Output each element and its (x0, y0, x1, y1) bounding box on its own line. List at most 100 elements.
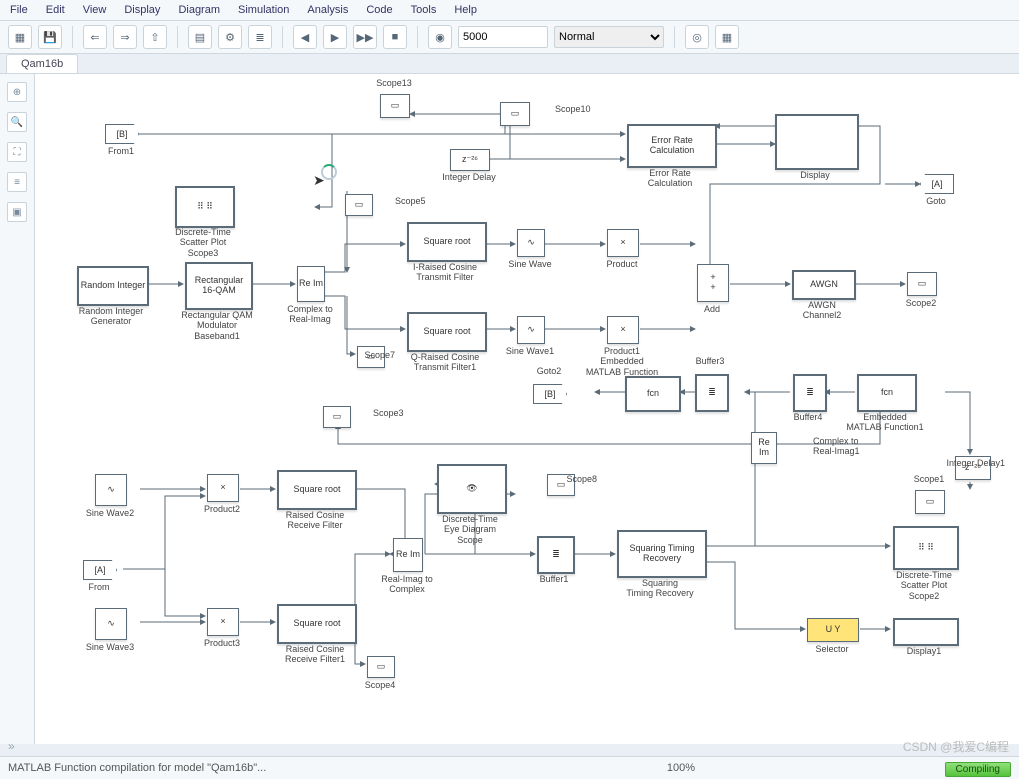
block-rcrf[interactable]: Square root (277, 470, 357, 510)
block-buffer4[interactable]: ≣ (793, 374, 827, 412)
block-scope3[interactable]: ▭ (323, 406, 351, 428)
label-product: Product (562, 259, 682, 269)
canvas[interactable]: ▭ Scope13 ▭ Scope10 [B] From1 Error Rate… (35, 74, 1019, 744)
label-real-imag-to-complex: Real-Imag to Complex (347, 574, 467, 595)
tree-icon[interactable]: ≡ (7, 172, 27, 192)
block-scatter-scope2[interactable]: ⠿ ⠿ (893, 526, 959, 570)
block-product1[interactable]: × (607, 316, 639, 344)
zoom-fit-icon[interactable]: ⊕ (7, 82, 27, 102)
block-random-integer[interactable]: Random Integer (77, 266, 149, 306)
label-from: From (39, 582, 159, 592)
menu-code[interactable]: Code (366, 4, 392, 16)
gear-icon[interactable]: ⚙ (218, 25, 242, 49)
label-scope7: Scope7 (275, 350, 395, 360)
menu-edit[interactable]: Edit (46, 4, 65, 16)
status-bar: MATLAB Function compilation for model "Q… (0, 756, 1019, 779)
record-icon[interactable]: ◉ (428, 25, 452, 49)
save-icon[interactable]: 💾 (38, 25, 62, 49)
block-buffer3[interactable]: ≣ (695, 374, 729, 412)
block-i-raised-cosine[interactable]: Square root (407, 222, 487, 262)
stop-icon[interactable]: ■ (383, 25, 407, 49)
block-sine-wave3[interactable]: ∿ (95, 608, 127, 640)
block-scope13[interactable]: ▭ (380, 94, 410, 118)
menu-file[interactable]: File (10, 4, 28, 16)
label-scope3: Scope3 (373, 408, 493, 418)
block-error-rate[interactable]: Error Rate Calculation (627, 124, 717, 168)
label-scope1: Scope1 (869, 474, 989, 484)
label-rcrf: Raised Cosine Receive Filter (255, 510, 375, 531)
block-complex-to-real-imag[interactable]: Re Im (297, 266, 325, 302)
block-rect-qam[interactable]: Rectangular 16-QAM (185, 262, 253, 310)
tab-model[interactable]: Qam16b (6, 54, 78, 73)
block-squaring-timing[interactable]: Squaring Timing Recovery (617, 530, 707, 578)
block-fcn[interactable]: fcn (625, 376, 681, 412)
block-eye-diagram[interactable]: 👁 (437, 464, 507, 514)
busy-spinner-icon (321, 164, 337, 180)
block-scatter-scope3[interactable]: ⠿ ⠿ (175, 186, 235, 228)
block-buffer1[interactable]: ≣ (537, 536, 575, 574)
block-scope1[interactable]: ▭ (915, 490, 945, 514)
label-random-integer: Random Integer Generator (51, 306, 171, 327)
label-c2ri1: Complex to Real-Imag1 (813, 436, 933, 457)
target-icon[interactable]: ◎ (685, 25, 709, 49)
step-fwd-icon[interactable]: ▶▶ (353, 25, 377, 49)
block-display1[interactable] (893, 618, 959, 646)
menu-diagram[interactable]: Diagram (178, 4, 220, 16)
menu-analysis[interactable]: Analysis (307, 4, 348, 16)
expand-icon[interactable]: » (8, 739, 15, 753)
block-display[interactable] (775, 114, 859, 170)
mode-select[interactable]: Normal (554, 26, 664, 48)
menu-simulation[interactable]: Simulation (238, 4, 289, 16)
new-icon[interactable]: ▦ (8, 25, 32, 49)
block-add[interactable]: ++ (697, 264, 729, 302)
forward-icon[interactable]: ⇒ (113, 25, 137, 49)
block-sine-wave[interactable]: ∿ (517, 229, 545, 257)
menu-view[interactable]: View (83, 4, 107, 16)
label-scope13: Scope13 (334, 78, 454, 88)
block-real-imag-to-complex[interactable]: Re Im (393, 538, 423, 572)
label-scope4: Scope4 (320, 680, 440, 690)
block-c2ri1[interactable]: Re Im (751, 432, 777, 464)
tag-from-a[interactable]: [A] (83, 560, 117, 580)
tab-row: Qam16b (0, 54, 1019, 74)
run-icon[interactable]: ▶ (323, 25, 347, 49)
block-selector[interactable]: U Y (807, 618, 859, 642)
tag-goto-a[interactable]: [A] (920, 174, 954, 194)
menu-display[interactable]: Display (124, 4, 160, 16)
label-scope2: Scope2 (861, 298, 981, 308)
block-product[interactable]: × (607, 229, 639, 257)
watermark: CSDN @我爱C编程 (903, 738, 1009, 755)
block-scope10[interactable]: ▭ (500, 102, 530, 126)
block-scope5[interactable]: ▭ (345, 194, 373, 216)
block-product3[interactable]: × (207, 608, 239, 636)
tag-goto2[interactable]: [B] (533, 384, 567, 404)
stop-time-input[interactable] (458, 26, 548, 48)
block-sine-wave1[interactable]: ∿ (517, 316, 545, 344)
menu-bar: File Edit View Display Diagram Simulatio… (0, 0, 1019, 21)
block-emf1[interactable]: fcn (857, 374, 917, 412)
block-integer-delay[interactable]: z⁻²⁶ (450, 149, 490, 171)
calendar-icon[interactable]: ▦ (715, 25, 739, 49)
label-emf1: Embedded MATLAB Function1 (825, 412, 945, 433)
block-product2[interactable]: × (207, 474, 239, 502)
image-icon[interactable]: ▣ (7, 202, 27, 222)
block-scope2[interactable]: ▭ (907, 272, 937, 296)
step-back-icon[interactable]: ◀ (293, 25, 317, 49)
up-icon[interactable]: ⇧ (143, 25, 167, 49)
zoom-icon[interactable]: 🔍 (7, 112, 27, 132)
block-awgn[interactable]: AWGN (792, 270, 856, 300)
label-scope8: Scope8 (477, 474, 597, 484)
label-buffer1: Buffer1 (494, 574, 614, 584)
label-eye-diagram: Discrete-Time Eye Diagram Scope (410, 514, 530, 545)
block-rcrf1[interactable]: Square root (277, 604, 357, 644)
back-icon[interactable]: ⇐ (83, 25, 107, 49)
label-complex-to-real-imag: Complex to Real-Imag (250, 304, 370, 325)
fit-icon[interactable]: ⛶ (7, 142, 27, 162)
tag-from-b[interactable]: [B] (105, 124, 139, 144)
library-icon[interactable]: ▤ (188, 25, 212, 49)
menu-tools[interactable]: Tools (411, 4, 437, 16)
block-scope4[interactable]: ▭ (367, 656, 395, 678)
list-icon[interactable]: ≣ (248, 25, 272, 49)
block-sine-wave2[interactable]: ∿ (95, 474, 127, 506)
menu-help[interactable]: Help (454, 4, 477, 16)
